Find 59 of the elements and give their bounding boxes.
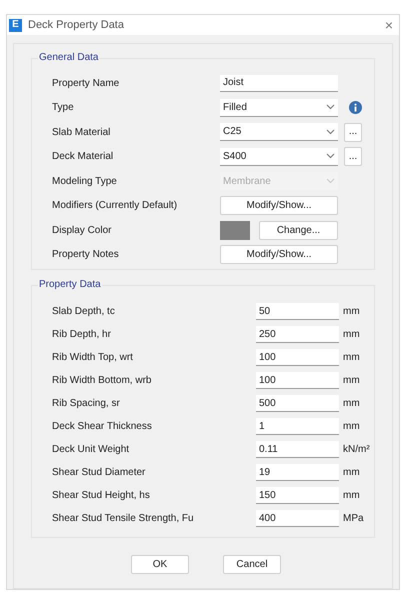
chevron-icon bbox=[326, 128, 335, 135]
close-button[interactable]: × bbox=[384, 18, 393, 32]
field-label: Type bbox=[52, 101, 75, 116]
value-field[interactable]: 250 bbox=[256, 326, 339, 343]
chevron-icon bbox=[326, 178, 335, 184]
chevron-icon bbox=[326, 104, 335, 110]
app-logo: E bbox=[9, 18, 22, 32]
field-label: Slab Depth, tc bbox=[52, 305, 116, 319]
field-label: Rib Depth, hr bbox=[52, 328, 112, 342]
browse-button[interactable]: ... bbox=[344, 147, 362, 166]
unit-label: mm bbox=[343, 351, 360, 365]
dropdown[interactable]: S400 bbox=[220, 148, 338, 166]
change-button[interactable]: Change... bbox=[259, 220, 338, 240]
unit-label: mm bbox=[343, 420, 360, 434]
value-field[interactable]: 500 bbox=[256, 395, 339, 412]
field-label: Rib Width Bottom, wrb bbox=[52, 374, 152, 388]
field-label: Property Name bbox=[52, 76, 120, 91]
field-label: Rib Width Top, wrt bbox=[52, 351, 134, 365]
dropdown[interactable]: C25 bbox=[220, 123, 338, 142]
unit-label: mm bbox=[343, 328, 360, 342]
value-field[interactable]: 100 bbox=[256, 372, 339, 389]
field-label: Display Color bbox=[52, 224, 112, 238]
field-label: Slab Material bbox=[52, 126, 112, 140]
value-field[interactable]: 50 bbox=[256, 303, 339, 320]
unit-label: kN/m² bbox=[343, 443, 370, 457]
unit-label: mm bbox=[343, 397, 360, 411]
dialog-button[interactable]: OK bbox=[131, 555, 189, 574]
field-label: Shear Stud Tensile Strength, Fu bbox=[52, 512, 195, 526]
value-field[interactable]: 400 bbox=[256, 510, 339, 527]
color-swatch[interactable] bbox=[220, 220, 250, 240]
window-title: Deck Property Data bbox=[28, 18, 124, 33]
field-label: Deck Shear Thickness bbox=[52, 420, 153, 434]
browse-button[interactable]: ... bbox=[344, 122, 362, 142]
value-field[interactable]: 150 bbox=[256, 487, 339, 504]
field-label: Rib Spacing, sr bbox=[52, 397, 121, 411]
field-label: Modifiers (Currently Default) bbox=[52, 199, 178, 214]
unit-label: mm bbox=[343, 489, 360, 503]
field-label: Shear Stud Height, hs bbox=[52, 489, 151, 503]
chevron-icon bbox=[326, 153, 335, 160]
unit-label: mm bbox=[343, 374, 360, 388]
value-field[interactable]: 0.11 bbox=[256, 441, 339, 458]
value-field[interactable]: 100 bbox=[256, 349, 339, 366]
field-label: Deck Unit Weight bbox=[52, 443, 130, 457]
dialog-button[interactable]: Cancel bbox=[223, 555, 281, 574]
modify-button[interactable]: Modify/Show... bbox=[220, 245, 338, 264]
value-field[interactable]: 1 bbox=[256, 418, 339, 435]
value-field[interactable]: 19 bbox=[256, 464, 339, 481]
field-label: Modeling Type bbox=[52, 174, 118, 189]
text-field[interactable]: Joist bbox=[220, 74, 338, 92]
unit-label: mm bbox=[343, 466, 360, 480]
unit-label: mm bbox=[343, 305, 360, 319]
field-label: Shear Stud Diameter bbox=[52, 466, 146, 480]
unit-label: MPa bbox=[343, 512, 364, 526]
group-title: Property Data bbox=[38, 278, 102, 292]
info-icon[interactable] bbox=[349, 101, 362, 114]
dropdown[interactable]: Filled bbox=[220, 98, 338, 117]
field-label: Property Notes bbox=[52, 248, 120, 262]
field-label: Deck Material bbox=[52, 150, 114, 164]
modify-button[interactable]: Modify/Show... bbox=[220, 196, 338, 216]
